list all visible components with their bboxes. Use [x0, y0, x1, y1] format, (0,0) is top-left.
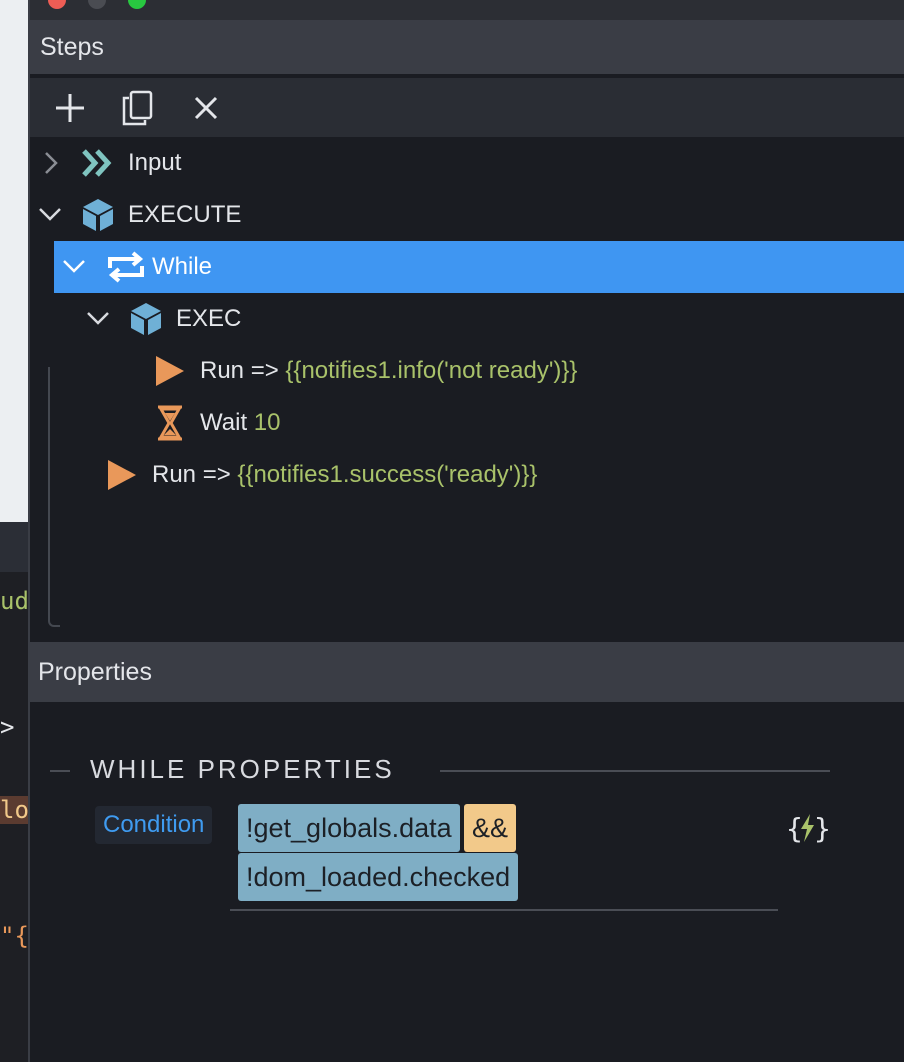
close-icon — [194, 96, 218, 120]
chevron-down-icon[interactable] — [84, 306, 112, 330]
svg-text:{: { — [786, 812, 803, 845]
editor-strip — [0, 522, 28, 572]
section-divider — [440, 770, 830, 772]
cube-icon — [131, 303, 161, 335]
tree-item-wait[interactable]: Wait 10 — [30, 397, 904, 449]
play-icon — [156, 356, 184, 386]
wait-label: Wait — [200, 409, 248, 436]
tree-item-while[interactable]: While — [54, 241, 904, 293]
zoom-window-button[interactable] — [128, 0, 146, 9]
minimize-window-button[interactable] — [88, 0, 106, 9]
plus-icon — [56, 94, 84, 122]
delete-step-button[interactable] — [188, 90, 224, 126]
loop-icon — [108, 251, 144, 283]
curly-bolt-icon: { } — [786, 812, 831, 845]
expression-underline — [230, 909, 778, 911]
background-editor-pane: ud > lo "{ — [0, 0, 28, 1062]
chevron-right-icon[interactable] — [38, 149, 62, 177]
properties-panel-header: Properties — [30, 642, 904, 702]
expression-toggle-button[interactable]: { } — [786, 810, 831, 846]
steps-toolbar — [30, 76, 904, 137]
tree-item-label: While — [152, 253, 213, 280]
condition-token[interactable]: !dom_loaded.checked — [238, 853, 519, 901]
properties-panel-title: Properties — [38, 658, 152, 686]
copy-step-button[interactable] — [119, 90, 155, 126]
run-expression: {{notifies1.info('not ready')}} — [285, 357, 578, 384]
tree-item-label: Wait 10 — [200, 409, 280, 437]
section-title: WHILE PROPERTIES — [90, 754, 395, 784]
tree-item-run-success[interactable]: Run => {{notifies1.success('ready')}} — [30, 449, 904, 501]
section-divider — [50, 770, 70, 772]
condition-label[interactable]: Condition — [95, 806, 213, 844]
steps-panel-header: Steps — [30, 20, 904, 74]
steps-tree: Input EXECUTE While EXEC Run => {{notifi… — [30, 137, 904, 627]
add-step-button[interactable] — [52, 90, 88, 126]
close-window-button[interactable] — [48, 0, 66, 9]
editor-fragment: "{ — [0, 922, 28, 950]
cube-icon — [83, 199, 113, 231]
run-label: Run => — [152, 461, 231, 488]
chevron-down-icon[interactable] — [36, 202, 64, 226]
svg-text:}: } — [814, 812, 830, 845]
tree-item-label: Input — [128, 149, 182, 176]
hourglass-icon — [158, 405, 182, 441]
tree-item-label: EXECUTE — [128, 201, 242, 228]
chevron-down-icon[interactable] — [60, 254, 88, 278]
tree-item-label: Run => {{notifies1.success('ready')}} — [152, 461, 537, 489]
tree-item-run-info[interactable]: Run => {{notifies1.info('not ready')}} — [30, 345, 904, 397]
tree-item-exec[interactable]: EXEC — [30, 293, 904, 345]
tree-item-label: EXEC — [176, 305, 242, 332]
tree-item-label: Run => {{notifies1.info('not ready')}} — [200, 357, 577, 385]
run-expression: {{notifies1.success('ready')}} — [237, 461, 538, 488]
chevrons-right-icon — [82, 149, 112, 177]
window-titlebar — [30, 0, 904, 20]
tree-item-input[interactable]: Input — [30, 137, 904, 189]
editor-light-area — [0, 0, 28, 522]
steps-panel-title: Steps — [40, 33, 104, 61]
properties-body: WHILE PROPERTIES Condition !get_globals.… — [30, 702, 904, 1062]
run-label: Run => — [200, 357, 279, 384]
play-icon — [108, 460, 136, 490]
editor-fragment: > — [0, 713, 15, 741]
editor-fragment: lo — [0, 796, 28, 824]
inspector-pane: Steps Input EXECUTE While EXEC Run => {{… — [30, 0, 904, 1062]
copy-icon — [122, 90, 153, 126]
wait-value: 10 — [253, 409, 281, 436]
tree-item-execute[interactable]: EXECUTE — [30, 189, 904, 241]
condition-operator-token[interactable]: && — [464, 804, 517, 852]
condition-token[interactable]: !get_globals.data — [238, 804, 460, 852]
editor-fragment: ud — [0, 587, 28, 615]
